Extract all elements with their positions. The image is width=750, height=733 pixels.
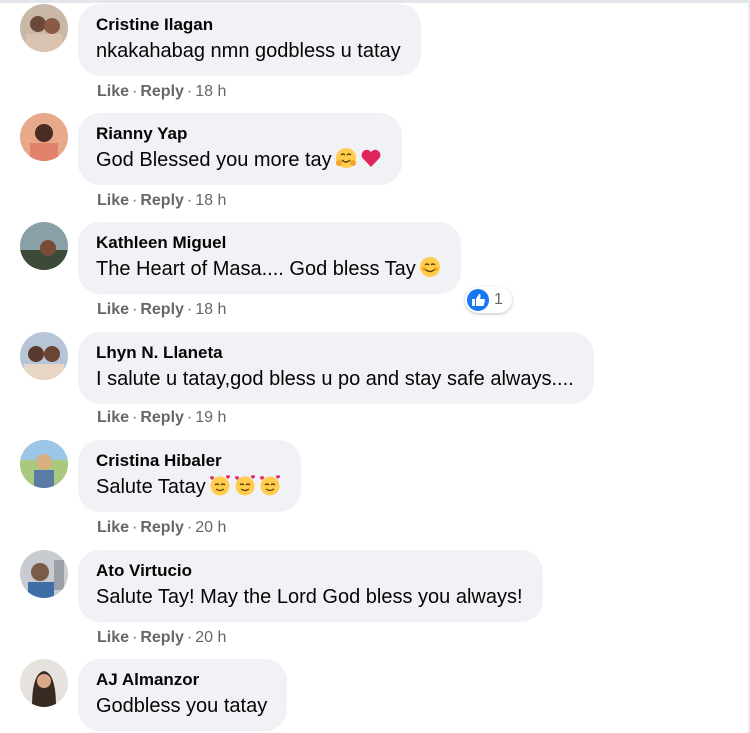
comment-actions: Like · Reply · 19 h xyxy=(97,408,226,428)
comment-bubble: Cristina Hibaler Salute Tatay xyxy=(78,440,301,512)
comment-author[interactable]: Rianny Yap xyxy=(96,123,382,144)
reaction-count-number: 1 xyxy=(494,291,503,308)
comment-timestamp[interactable]: 19 h xyxy=(195,409,226,426)
comment-bubble: Lhyn N. Llaneta I salute u tatay,god ble… xyxy=(78,332,594,404)
like-icon xyxy=(467,289,489,311)
avatar[interactable] xyxy=(20,440,68,488)
separator: · xyxy=(186,192,193,209)
comment-timestamp[interactable]: 18 h xyxy=(195,83,226,100)
separator: · xyxy=(132,301,138,318)
avatar[interactable] xyxy=(20,4,68,52)
reply-button[interactable]: Reply xyxy=(140,409,184,426)
separator: · xyxy=(132,409,138,426)
comment-bubble: Ato Virtucio Salute Tay! May the Lord Go… xyxy=(78,550,543,622)
comment-bubble: Cristine Ilagan nkakahabag nmn godbless … xyxy=(78,4,421,76)
smiling-face-icon xyxy=(419,256,441,278)
comment-timestamp[interactable]: 20 h xyxy=(195,519,226,536)
reply-button[interactable]: Reply xyxy=(140,629,184,646)
like-button[interactable]: Like xyxy=(97,519,129,536)
comment-text: I salute u tatay,god bless u po and stay… xyxy=(96,368,574,390)
top-divider xyxy=(0,0,750,3)
avatar[interactable] xyxy=(20,550,68,598)
reply-button[interactable]: Reply xyxy=(140,83,184,100)
comment-text-content: Salute Tatay xyxy=(96,476,206,498)
comment-timestamp[interactable]: 18 h xyxy=(195,192,226,209)
separator: · xyxy=(186,629,193,646)
like-button[interactable]: Like xyxy=(97,409,129,426)
reply-button[interactable]: Reply xyxy=(140,519,184,536)
comment-actions: Like · Reply · 20 h xyxy=(97,628,226,648)
hugging-face-icon xyxy=(335,147,357,169)
avatar[interactable] xyxy=(20,332,68,380)
comment-actions: Like · Reply · 18 h xyxy=(97,82,226,102)
avatar[interactable] xyxy=(20,113,68,161)
comment-timestamp[interactable]: 20 h xyxy=(195,629,226,646)
red-heart-icon xyxy=(360,147,382,169)
comment-bubble: Kathleen Miguel The Heart of Masa.... Go… xyxy=(78,222,461,294)
avatar[interactable] xyxy=(20,659,68,707)
separator: · xyxy=(186,83,193,100)
comment-text: Salute Tay! May the Lord God bless you a… xyxy=(96,586,523,608)
comment-timestamp[interactable]: 18 h xyxy=(195,301,226,318)
comment-text: Salute Tatay xyxy=(96,473,281,501)
separator: · xyxy=(186,519,193,536)
separator: · xyxy=(186,301,193,318)
comment-author[interactable]: Cristina Hibaler xyxy=(96,450,281,471)
comment-text-content: The Heart of Masa.... God bless Tay xyxy=(96,258,416,280)
separator: · xyxy=(132,519,138,536)
smiling-face-with-hearts-icon xyxy=(259,474,281,496)
comment-bubble: Rianny Yap God Blessed you more tay xyxy=(78,113,402,185)
comment-text-content: God Blessed you more tay xyxy=(96,149,332,171)
separator: · xyxy=(132,192,138,209)
comment-text: God Blessed you more tay xyxy=(96,146,382,174)
smiling-face-with-hearts-icon xyxy=(234,474,256,496)
like-button[interactable]: Like xyxy=(97,83,129,100)
comment-author[interactable]: Lhyn N. Llaneta xyxy=(96,342,574,363)
comment-author[interactable]: Kathleen Miguel xyxy=(96,232,441,253)
like-button[interactable]: Like xyxy=(97,301,129,318)
reaction-count[interactable]: 1 xyxy=(465,287,512,313)
like-button[interactable]: Like xyxy=(97,629,129,646)
comment-actions: Like · Reply · 18 h xyxy=(97,191,226,211)
comment-text: nkakahabag nmn godbless u tatay xyxy=(96,40,401,62)
comment-author[interactable]: Ato Virtucio xyxy=(96,560,523,581)
reply-button[interactable]: Reply xyxy=(140,301,184,318)
comment-actions: Like · Reply · 18 h xyxy=(97,300,226,320)
comment-author[interactable]: AJ Almanzor xyxy=(96,669,267,690)
separator: · xyxy=(132,83,138,100)
avatar[interactable] xyxy=(20,222,68,270)
like-button[interactable]: Like xyxy=(97,192,129,209)
reply-button[interactable]: Reply xyxy=(140,192,184,209)
comment-bubble: AJ Almanzor Godbless you tatay xyxy=(78,659,288,731)
comment-text: The Heart of Masa.... God bless Tay xyxy=(96,255,441,283)
comment-author[interactable]: Cristine Ilagan xyxy=(96,14,401,35)
smiling-face-with-hearts-icon xyxy=(209,474,231,496)
comment-text: Godbless you tatay xyxy=(96,695,268,717)
separator: · xyxy=(186,409,193,426)
comment-actions: Like · Reply · 20 h xyxy=(97,518,226,538)
separator: · xyxy=(132,629,138,646)
